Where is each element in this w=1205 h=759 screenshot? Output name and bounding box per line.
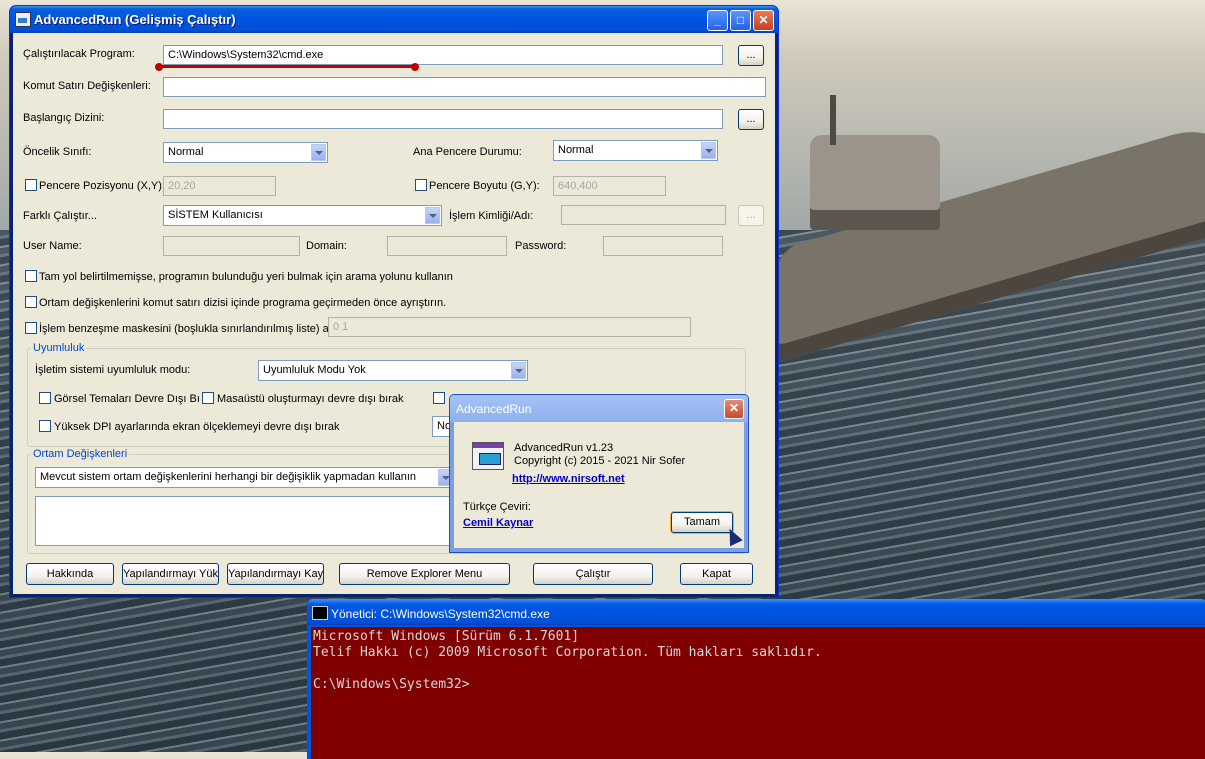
cmd-window: Yönetici: C:\Windows\System32\cmd.exe Mi…	[307, 599, 1205, 759]
cmd-console[interactable]: Microsoft Windows [Sürüm 6.1.7601] Telif …	[311, 627, 1205, 759]
environment-select[interactable]: Mevcut sistem ortam değişkenlerini herha…	[35, 467, 455, 488]
nirsoft-link[interactable]: http://www.nirsoft.net	[512, 473, 625, 485]
wallpaper-submarine-tower	[810, 135, 940, 230]
affinity-checkbox[interactable]	[25, 322, 37, 334]
compatibility-group-label: Uyumluluk	[31, 342, 87, 354]
close-window-button[interactable]: ✕	[753, 10, 774, 31]
program-label: Çalıştırılacak Program:	[23, 48, 135, 60]
dpi-checkbox[interactable]	[39, 420, 51, 432]
startdir-input[interactable]	[163, 109, 723, 129]
runas-select[interactable]: SİSTEM Kullanıcısı	[163, 205, 442, 226]
username-input[interactable]	[163, 236, 300, 256]
about-button[interactable]: Hakkında	[26, 563, 114, 585]
cmd-line-2: Telif Hakkı (c) 2009 Microsoft Corporati…	[313, 645, 822, 660]
environment-textarea[interactable]	[35, 496, 455, 546]
visual-themes-label: Görsel Temaları Devre Dışı Bıra	[54, 393, 199, 405]
priority-label: Öncelik Sınıfı:	[23, 146, 92, 158]
desktop-comp-checkbox[interactable]	[202, 392, 214, 404]
ok-button[interactable]: Tamam	[671, 512, 733, 533]
domain-label: Domain:	[306, 240, 347, 252]
program-input[interactable]: C:\Windows\System32\cmd.exe	[163, 45, 723, 65]
visual-themes-checkbox[interactable]	[39, 392, 51, 404]
window-size-input[interactable]: 640,400	[553, 176, 666, 196]
username-label: User Name:	[23, 240, 82, 252]
environment-group-label: Ortam Değişkenleri	[31, 448, 130, 460]
about-client: AdvancedRun v1.23 Copyright (c) 2015 - 2…	[454, 422, 744, 548]
annotation-dot-start	[155, 63, 163, 71]
about-copyright: Copyright (c) 2015 - 2021 Nir Sofer	[514, 455, 686, 467]
app-icon	[15, 12, 31, 27]
annotation-underline	[159, 65, 417, 68]
os-compat-select[interactable]: Uyumluluk Modu Yok	[258, 360, 528, 381]
domain-input[interactable]	[387, 236, 507, 256]
browse-startdir-button[interactable]: ...	[738, 109, 764, 130]
dpi-select-value: No	[437, 420, 452, 432]
title-bar[interactable]: AdvancedRun (Gelişmiş Çalıştır) _ □ ✕	[10, 6, 778, 33]
startdir-label: Başlangıç Dizini:	[23, 112, 105, 124]
cmd-line-1: Microsoft Windows [Sürüm 6.1.7601]	[313, 629, 580, 644]
runas-label: Farklı Çalıştır...	[23, 210, 97, 222]
search-path-label: Tam yol belirtilmemişse, programın bulun…	[39, 271, 453, 283]
browse-program-button[interactable]: ...	[738, 45, 764, 66]
browse-process-button[interactable]: ...	[738, 205, 764, 226]
about-title-bar[interactable]: AdvancedRun ✕	[450, 395, 748, 422]
app-logo-icon	[472, 442, 504, 470]
priority-value: Normal	[168, 146, 204, 158]
translator-link[interactable]: Cemil Kaynar	[463, 517, 533, 529]
remove-explorer-menu-button[interactable]: Remove Explorer Menu	[339, 563, 510, 585]
window-title: AdvancedRun (Gelişmiş Çalıştır)	[34, 12, 236, 27]
os-compat-value: Uyumluluk Modu Yok	[263, 364, 366, 376]
window-state-select[interactable]: Normal	[553, 140, 718, 161]
window-state-label: Ana Pencere Durumu:	[413, 146, 522, 158]
parse-env-checkbox[interactable]	[25, 296, 37, 308]
run-button[interactable]: Çalıştır	[533, 563, 653, 585]
about-dialog: AdvancedRun ✕ AdvancedRun v1.23 Copyrigh…	[450, 395, 748, 552]
cmd-title-bar[interactable]: Yönetici: C:\Windows\System32\cmd.exe	[307, 599, 1205, 625]
window-state-value: Normal	[558, 144, 594, 156]
load-config-button[interactable]: Yapılandırmayı Yükle	[122, 563, 219, 585]
affinity-label: İşlem benzeşme maskesini (boşlukla sınır…	[39, 323, 341, 335]
cmd-prompt: C:\Windows\System32>	[313, 677, 470, 692]
wallpaper-submarine-mast	[830, 95, 836, 145]
window-pos-label: Pencere Pozisyonu (X,Y):	[39, 180, 165, 192]
search-path-checkbox[interactable]	[25, 270, 37, 282]
cmdline-input[interactable]	[163, 77, 766, 97]
window-pos-checkbox[interactable]	[25, 179, 37, 191]
password-input[interactable]	[603, 236, 723, 256]
close-button[interactable]: Kapat	[680, 563, 753, 585]
priority-select[interactable]: Normal	[163, 142, 328, 163]
chevron-down-icon[interactable]	[511, 362, 526, 379]
environment-value: Mevcut sistem ortam değişkenlerini herha…	[40, 471, 417, 483]
annotation-dot-end	[411, 63, 419, 71]
save-config-button[interactable]: Yapılandırmayı Kaydet	[227, 563, 324, 585]
runas-value: SİSTEM Kullanıcısı	[168, 209, 263, 221]
window-pos-input[interactable]: 20,20	[163, 176, 276, 196]
about-close-button[interactable]: ✕	[724, 399, 744, 419]
chevron-down-icon[interactable]	[311, 144, 326, 161]
maximize-button[interactable]: □	[730, 10, 751, 31]
dpi-label: Yüksek DPI ayarlarında ekran ölçeklemeyi…	[54, 421, 340, 433]
process-label: İşlem Kimliği/Adı:	[449, 210, 534, 222]
extra-compat-checkbox[interactable]	[433, 392, 445, 404]
os-compat-label: İşletim sistemi uyumluluk modu:	[35, 364, 191, 376]
chevron-down-icon[interactable]	[425, 207, 440, 224]
console-icon	[312, 606, 328, 620]
parse-env-label: Ortam değişkenlerini komut satırı dizisi…	[39, 297, 447, 309]
translation-label: Türkçe Çeviri:	[463, 501, 531, 513]
cmdline-label: Komut Satırı Değişkenleri:	[23, 80, 151, 92]
window-size-label: Pencere Boyutu (G,Y):	[429, 180, 540, 192]
about-version: AdvancedRun v1.23	[514, 442, 614, 454]
minimize-button[interactable]: _	[707, 10, 728, 31]
cmd-title: Yönetici: C:\Windows\System32\cmd.exe	[331, 607, 550, 621]
desktop-comp-label: Masaüstü oluşturmayı devre dışı bırak	[217, 393, 404, 405]
affinity-input[interactable]: 0 1	[328, 317, 691, 337]
process-input[interactable]	[561, 205, 726, 225]
cmd-line-3	[313, 661, 1205, 677]
window-size-checkbox[interactable]	[415, 179, 427, 191]
chevron-down-icon[interactable]	[701, 142, 716, 159]
about-title: AdvancedRun	[456, 402, 532, 416]
password-label: Password:	[515, 240, 567, 252]
